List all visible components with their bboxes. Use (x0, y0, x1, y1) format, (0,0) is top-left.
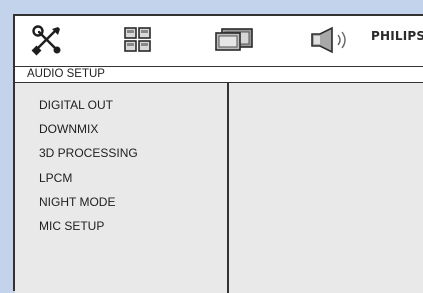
menu-item-mic-setup[interactable]: MIC SETUP (39, 219, 104, 233)
section-title-bar: AUDIO SETUP (15, 66, 423, 83)
tv-icon[interactable] (213, 22, 255, 58)
menu-pane: DIGITAL OUT DOWNMIX 3D PROCESSING LPCM N… (15, 83, 229, 293)
speaker-icon[interactable] (307, 22, 357, 58)
icon-toolbar: PHILIPS (15, 16, 423, 66)
tools-icon[interactable] (29, 22, 65, 58)
grid-icon[interactable] (120, 22, 156, 58)
menu-item-downmix[interactable]: DOWNMIX (39, 122, 98, 136)
detail-pane (229, 83, 423, 293)
menu-item-digital-out[interactable]: DIGITAL OUT (39, 98, 113, 112)
menu-item-3d-processing[interactable]: 3D PROCESSING (39, 146, 138, 160)
section-title: AUDIO SETUP (27, 68, 105, 80)
menu-item-lpcm[interactable]: LPCM (39, 171, 72, 185)
brand-logo: PHILIPS (371, 29, 423, 43)
osd-window: PHILIPS AUDIO SETUP DIGITAL OUT DOWNMIX … (13, 14, 423, 293)
menu-item-night-mode[interactable]: NIGHT MODE (39, 195, 115, 209)
